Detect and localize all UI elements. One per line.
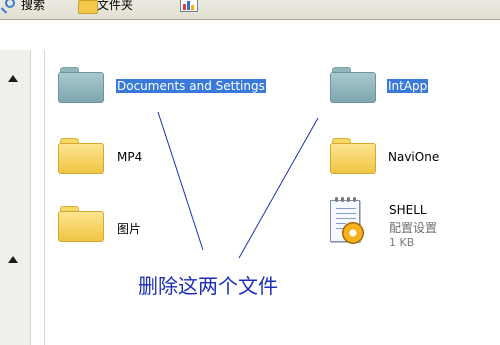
file-name: MP4 — [117, 150, 143, 164]
folders-label: 文件夹 — [97, 0, 134, 12]
file-list: Documents and Settings IntApp MP4 NaviOn… — [45, 50, 500, 345]
file-name: IntApp — [387, 79, 429, 93]
task-pane — [0, 50, 31, 345]
folder-icon — [58, 206, 104, 242]
file-size: 1 KB — [389, 236, 415, 249]
folders-button[interactable]: 文件夹 — [78, 0, 133, 14]
arrow-up-icon[interactable] — [8, 75, 18, 82]
folder-icon — [58, 67, 104, 103]
folder-icon — [330, 67, 376, 103]
address-area — [0, 20, 500, 50]
search-label: 搜索 — [21, 0, 46, 12]
file-type: 配置设置 — [389, 221, 438, 235]
file-name: SHELL — [389, 203, 427, 217]
file-name: NaviOne — [388, 150, 440, 164]
file-name: Documents and Settings — [116, 79, 266, 93]
folder-icon — [58, 138, 104, 174]
views-icon — [180, 0, 198, 12]
file-name: 图片 — [117, 222, 142, 236]
annotation-text: 删除这两个文件 — [138, 274, 278, 298]
search-button[interactable]: 搜索 — [2, 0, 45, 14]
views-button[interactable] — [180, 0, 198, 14]
search-icon — [2, 0, 18, 12]
toolbar: 搜索 文件夹 — [0, 0, 500, 20]
ini-settings-icon — [328, 197, 364, 244]
folder-icon — [78, 0, 98, 14]
arrow-up-icon[interactable] — [8, 256, 18, 263]
folder-icon — [330, 138, 376, 174]
